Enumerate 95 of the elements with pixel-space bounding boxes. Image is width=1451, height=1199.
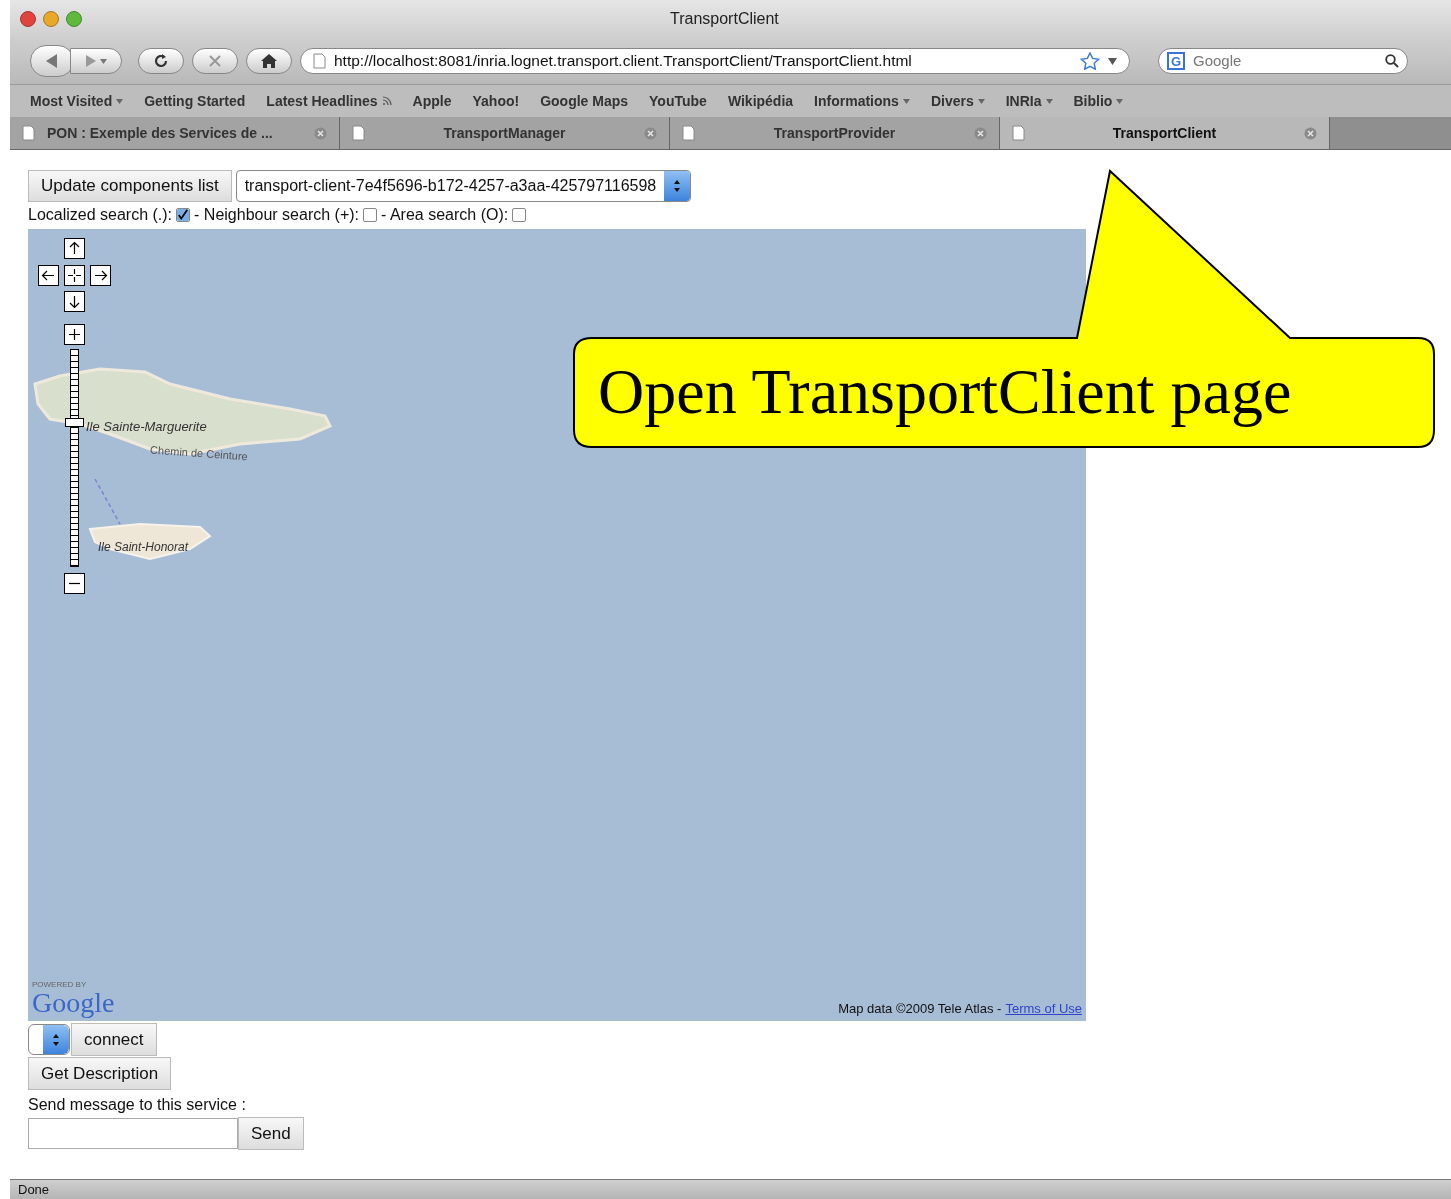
map-attribution: Map data ©2009 Tele Atlas - — [838, 999, 1002, 1018]
pan-right-button[interactable] — [90, 265, 111, 286]
bookmark-item[interactable]: INRIa — [1005, 90, 1053, 112]
url-text: http://localhost:8081/inria.lognet.transport.client.TransportClient/TransportClient.html — [334, 51, 913, 72]
pan-down-button[interactable] — [64, 291, 85, 312]
stop-button[interactable] — [192, 48, 238, 74]
pan-up-icon — [67, 241, 82, 256]
pan-right-icon — [93, 268, 108, 283]
tab-title: PON : Exemple des Services de ... — [47, 123, 274, 143]
zoom-slider-track[interactable] — [64, 349, 85, 567]
home-icon — [260, 53, 278, 69]
bookmark-item[interactable]: Apple — [412, 90, 452, 112]
address-field[interactable]: http://localhost:8081/inria.lognet.transport.client.TransportClient/TransportClient.html — [300, 48, 1130, 74]
dropdown-arrow-icon — [902, 98, 910, 104]
close-icon[interactable] — [644, 126, 657, 140]
dropdown-arrow-icon — [1045, 98, 1053, 104]
home-button[interactable] — [246, 48, 292, 74]
send-message-label: Send message to this service : — [28, 1095, 246, 1115]
star-icon[interactable] — [1080, 52, 1100, 70]
tab-title: TransportManager — [442, 123, 567, 143]
stepper-arrows-icon — [52, 1032, 60, 1047]
map-label: Ile Sainte-Marguerite — [86, 418, 207, 436]
message-input[interactable] — [28, 1118, 238, 1149]
bookmark-item[interactable]: Most Visited — [30, 90, 124, 112]
status-text: Done — [18, 1180, 50, 1199]
page-icon — [682, 125, 695, 141]
page-icon — [352, 125, 365, 141]
checkbox[interactable] — [363, 208, 378, 222]
checkbox[interactable] — [176, 208, 191, 222]
send-button[interactable]: Send — [238, 1117, 304, 1150]
component-select[interactable]: transport-client-7e4f5696-b172-4257-a3aa-425797116598 — [235, 170, 692, 202]
bookmark-item[interactable]: Latest Headlines — [266, 90, 392, 112]
dropdown-arrow-icon[interactable] — [1108, 57, 1117, 65]
tab-title: TransportProvider — [772, 123, 897, 143]
pan-down-icon — [67, 294, 82, 309]
window-title: TransportClient — [670, 9, 779, 29]
option-label: - Area search (O): — [381, 205, 509, 225]
update-components-button[interactable]: Update components list — [28, 170, 232, 202]
map-label: Ile Saint-Honorat — [98, 539, 189, 556]
search-field[interactable]: G Google — [1158, 48, 1408, 74]
zoom-in-button[interactable] — [64, 324, 85, 345]
dropdown-arrow-icon — [116, 98, 124, 104]
bookmark-item[interactable]: Divers — [930, 90, 985, 112]
forward-arrow-icon — [85, 55, 96, 67]
browser-tab[interactable]: TransportManager — [340, 117, 670, 149]
option-label: - Neighbour search (+): — [194, 205, 360, 225]
search-icon[interactable] — [1385, 54, 1399, 68]
pan-left-button[interactable] — [38, 265, 59, 286]
page-icon — [22, 125, 35, 141]
forward-button[interactable] — [70, 48, 122, 74]
reload-button[interactable] — [138, 48, 184, 74]
terms-of-use-link[interactable]: Terms of Use — [1005, 998, 1082, 1018]
pan-center-icon — [67, 268, 82, 283]
service-select[interactable] — [28, 1024, 70, 1055]
search-placeholder: Google — [1193, 50, 1243, 71]
pan-left-icon — [41, 268, 56, 283]
rss-feed-icon — [381, 96, 392, 106]
connect-button[interactable]: connect — [71, 1023, 157, 1056]
bookmark-item[interactable]: Yahoo! — [472, 90, 520, 112]
browser-tab[interactable]: TransportProvider — [670, 117, 1000, 149]
minimize-window-button[interactable] — [43, 11, 59, 27]
dropdown-arrow-icon — [99, 58, 107, 64]
get-description-button[interactable]: Get Description — [28, 1057, 172, 1090]
zoom-slider-thumb[interactable] — [65, 417, 84, 427]
pan-up-button[interactable] — [64, 238, 85, 259]
browser-tab[interactable]: TransportClient — [1000, 117, 1330, 149]
map-label: Chemin de Ceinture — [149, 442, 249, 465]
close-window-button[interactable] — [20, 11, 36, 27]
back-arrow-icon — [46, 54, 58, 68]
bookmark-item[interactable]: Getting Started — [144, 90, 246, 112]
dropdown-arrow-icon — [977, 98, 985, 104]
search-engine-icon[interactable]: G — [1167, 52, 1185, 70]
tab-title: TransportClient — [1111, 123, 1218, 143]
checkbox[interactable] — [512, 208, 527, 222]
reload-icon — [153, 53, 169, 69]
bookmark-item[interactable]: Informations — [814, 90, 910, 112]
zoom-out-button[interactable] — [64, 573, 85, 594]
close-icon[interactable] — [974, 126, 987, 140]
close-icon[interactable] — [314, 126, 327, 140]
maximize-window-button[interactable] — [66, 11, 82, 27]
option-label: Localized search (.): — [28, 205, 173, 225]
bookmark-item[interactable]: Wikipédia — [727, 90, 794, 112]
close-icon[interactable] — [1304, 126, 1317, 140]
bookmark-item[interactable]: Google Maps — [540, 90, 629, 112]
browser-tab[interactable]: PON : Exemple des Services de ... — [10, 117, 340, 149]
stop-icon — [208, 54, 222, 68]
bookmark-item[interactable]: Biblio — [1073, 90, 1124, 112]
powered-by-text: POWERED BY — [32, 981, 88, 989]
bookmark-item[interactable]: YouTube — [649, 90, 707, 112]
stepper-arrows-icon — [673, 179, 682, 193]
page-icon — [1012, 125, 1025, 141]
dropdown-arrow-icon — [1116, 98, 1124, 104]
page-icon — [313, 53, 326, 69]
zoom-in-icon — [67, 327, 82, 342]
pan-center-button[interactable] — [64, 265, 85, 286]
